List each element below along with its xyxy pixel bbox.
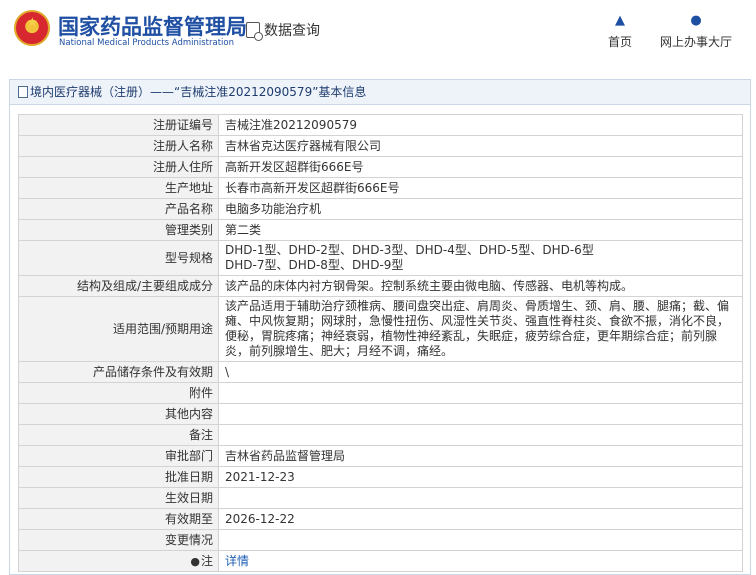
field-value [218, 424, 743, 446]
field-label: 结构及组成/主要组成成分 [18, 275, 219, 297]
model-line: DHD-7型、DHD-8型、DHD-9型 [225, 258, 404, 272]
field-value: 详情 [218, 550, 743, 572]
field-value: 2021-12-23 [218, 466, 743, 488]
field-label: 适用范围/预期用途 [18, 296, 219, 362]
info-table: 注册证编号 吉械注准20212090579 注册人名称 吉林省克达医疗器械有限公… [18, 114, 743, 572]
field-value: 2026-12-22 [218, 508, 743, 530]
table-row: ●注 详情 [18, 550, 743, 572]
field-label: 注 [200, 553, 213, 568]
nav-hall-label: 网上办事大厅 [660, 35, 733, 49]
table-row: 批准日期 2021-12-23 [18, 466, 743, 488]
table-row: 注册证编号 吉械注准20212090579 [18, 114, 743, 136]
search-document-icon [246, 22, 263, 41]
table-row: 适用范围/预期用途 该产品适用于辅助治疗颈椎病、腰间盘突出症、肩周炎、骨质增生、… [18, 296, 743, 362]
model-line: DHD-1型、DHD-2型、DHD-3型、DHD-4型、DHD-5型、DHD-6… [225, 243, 594, 257]
field-value: 第二类 [218, 219, 743, 241]
data-query-link[interactable]: 数据查询 [246, 20, 320, 41]
field-label: 备注 [18, 424, 219, 446]
table-row: 生效日期 [18, 487, 743, 509]
field-label: 生产地址 [18, 177, 219, 199]
nav-home[interactable]: ▲ 首页 [608, 14, 632, 50]
field-value: 长春市高新开发区超群街666E号 [218, 177, 743, 199]
table-row: 管理类别 第二类 [18, 219, 743, 241]
table-row: 有效期至 2026-12-22 [18, 508, 743, 530]
field-label: 注册人名称 [18, 135, 219, 157]
field-label: 注册人住所 [18, 156, 219, 178]
home-icon: ▲ [615, 13, 625, 28]
table-row: 产品储存条件及有效期 \ [18, 361, 743, 383]
scope-line: 炎，前列腺增生、肥大；月经不调，痛经。 [225, 344, 454, 358]
notice-icon: ● [190, 554, 200, 568]
scope-line: 便秘，胃脘疼痛；神经衰弱，植物性神经紊乱，失眠症，疲劳综合症，更年期综合症；前列… [225, 329, 718, 343]
brand-name-cn[interactable]: 国家药品监督管理局 [58, 11, 247, 41]
field-label: 其他内容 [18, 403, 219, 425]
panel-title: 境内医疗器械（注册）——“吉械注准20212090579”基本信息 [10, 80, 750, 105]
table-row: 型号规格 DHD-1型、DHD-2型、DHD-3型、DHD-4型、DHD-5型、… [18, 240, 743, 276]
national-emblem-icon[interactable]: ★ [14, 10, 50, 46]
nav-home-label: 首页 [608, 35, 633, 49]
field-label: 产品储存条件及有效期 [18, 361, 219, 383]
field-value: 吉林省克达医疗器械有限公司 [218, 135, 743, 157]
table-row: 生产地址 长春市高新开发区超群街666E号 [18, 177, 743, 199]
document-icon [18, 86, 28, 98]
field-label: 管理类别 [18, 219, 219, 241]
data-query-label: 数据查询 [264, 23, 320, 39]
field-value: 该产品的床体内衬方钢骨架。控制系统主要由微电脑、传感器、电机等构成。 [218, 275, 743, 297]
field-label: 审批部门 [18, 445, 219, 467]
field-label: 生效日期 [18, 487, 219, 509]
field-value: 高新开发区超群街666E号 [218, 156, 743, 178]
detail-panel: 境内医疗器械（注册）——“吉械注准20212090579”基本信息 注册证编号 … [9, 79, 751, 575]
table-row: 产品名称 电脑多功能治疗机 [18, 198, 743, 220]
brand-name-en[interactable]: National Medical Products Administration [59, 38, 234, 48]
field-value: 该产品适用于辅助治疗颈椎病、腰间盘突出症、肩周炎、骨质增生、颈、肩、腰、腿痛；截… [218, 296, 743, 362]
field-value: 吉械注准20212090579 [218, 114, 743, 136]
field-value [218, 382, 743, 404]
field-value: \ [218, 361, 743, 383]
field-label: 有效期至 [18, 508, 219, 530]
details-link[interactable]: 详情 [225, 554, 249, 568]
field-label: 注册证编号 [18, 114, 219, 136]
table-row: 注册人住所 高新开发区超群街666E号 [18, 156, 743, 178]
field-value: 吉林省药品监督管理局 [218, 445, 743, 467]
table-row: 附件 [18, 382, 743, 404]
field-label: 附件 [18, 382, 219, 404]
field-value [218, 403, 743, 425]
table-row: 备注 [18, 424, 743, 446]
field-value: 电脑多功能治疗机 [218, 198, 743, 220]
field-value [218, 529, 743, 551]
table-row: 结构及组成/主要组成成分 该产品的床体内衬方钢骨架。控制系统主要由微电脑、传感器… [18, 275, 743, 297]
nav-online-hall[interactable]: ● 网上办事大厅 [660, 14, 732, 50]
site-header: ★ 国家药品监督管理局 National Medical Products Ad… [0, 0, 756, 66]
table-row: 审批部门 吉林省药品监督管理局 [18, 445, 743, 467]
table-row: 变更情况 [18, 529, 743, 551]
field-value [218, 487, 743, 509]
field-value: DHD-1型、DHD-2型、DHD-3型、DHD-4型、DHD-5型、DHD-6… [218, 240, 743, 276]
note-label: ●注 [18, 550, 219, 572]
field-label: 型号规格 [18, 240, 219, 276]
user-icon: ● [690, 13, 702, 28]
field-label: 变更情况 [18, 529, 219, 551]
table-row: 注册人名称 吉林省克达医疗器械有限公司 [18, 135, 743, 157]
scope-line: 瘫、中风恢复期；网球肘，急慢性扭伤、风湿性关节炎、强直性脊柱炎、食欲不振，消化不… [225, 314, 730, 328]
scope-line: 该产品适用于辅助治疗颈椎病、腰间盘突出症、肩周炎、骨质增生、颈、肩、腰、腿痛；截… [225, 299, 730, 313]
field-label: 产品名称 [18, 198, 219, 220]
table-row: 其他内容 [18, 403, 743, 425]
panel-title-text: 境内医疗器械（注册）——“吉械注准20212090579”基本信息 [30, 85, 367, 99]
field-label: 批准日期 [18, 466, 219, 488]
